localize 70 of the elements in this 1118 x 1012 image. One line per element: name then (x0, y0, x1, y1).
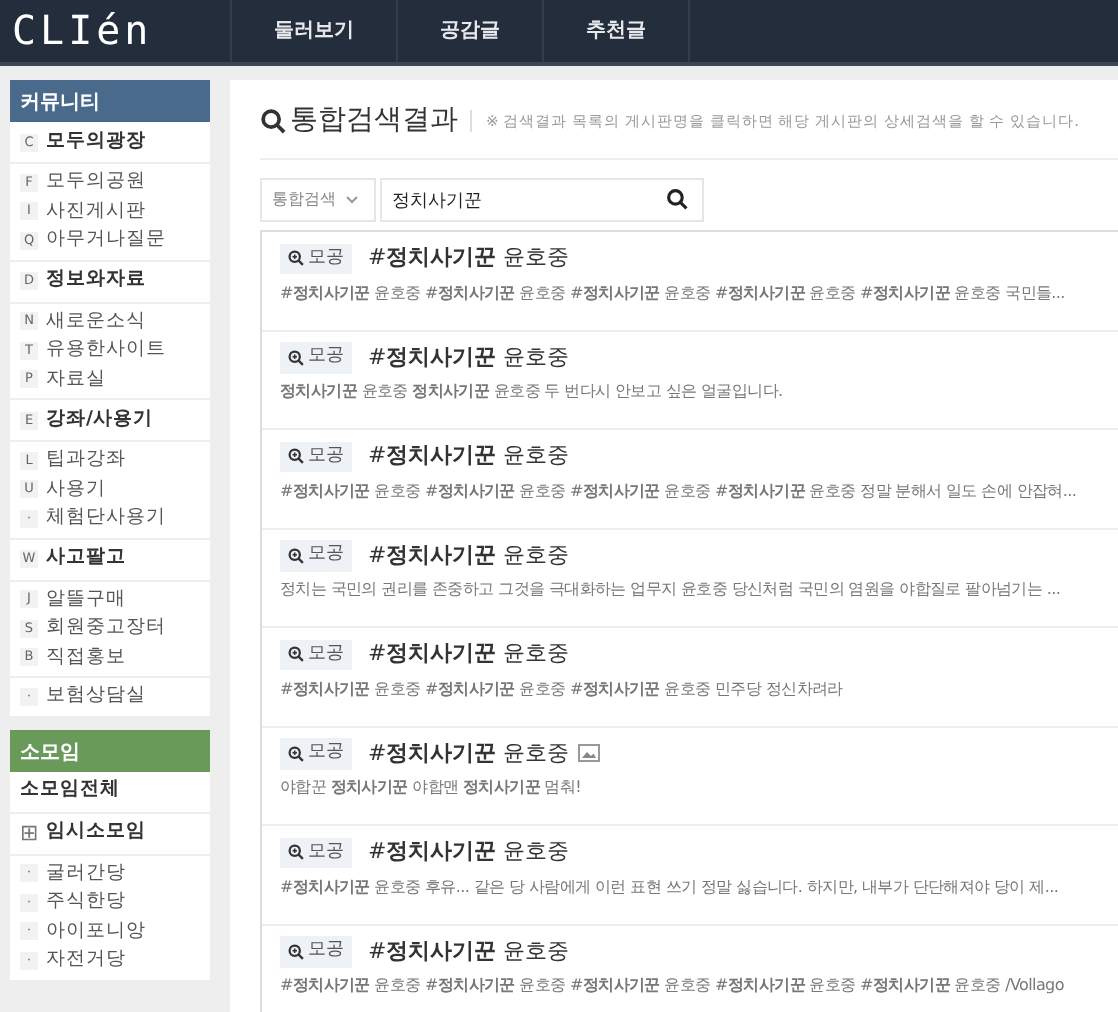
site-logo[interactable]: CLIén (0, 0, 230, 62)
sidebar-label: 모두의공원 (46, 168, 146, 197)
zoom-icon (288, 250, 304, 267)
sidebar-label: 모두의광장 (46, 127, 146, 156)
zoom-icon (288, 349, 304, 366)
zoom-icon (288, 448, 304, 465)
sidebar-label: 아이포니앙 (46, 917, 146, 946)
sidebar-label: 알뜰구매 (46, 585, 126, 614)
sidebar-label: 직접홍보 (46, 643, 126, 672)
shortcut-key: ⊞ (20, 824, 38, 842)
post-title[interactable]: #정치사기꾼 윤호중 (368, 341, 570, 374)
zoom-icon (288, 844, 304, 861)
search-field[interactable]: 정치사기꾼 (380, 178, 704, 222)
sidebar-label: 아무거나질문 (46, 226, 166, 255)
board-tag[interactable]: 모공 (280, 738, 352, 769)
sidebar-label: 사용기 (46, 475, 106, 504)
sidebar-label: 정보와자료 (46, 266, 146, 295)
search-icon[interactable] (666, 188, 688, 210)
chevron-icon (346, 196, 358, 204)
board-tag[interactable]: 모공 (280, 936, 352, 967)
post-title[interactable]: #정치사기꾼 윤호중 (368, 539, 570, 572)
sidebar-label: 소모임전체 (20, 776, 120, 805)
sidebar-item[interactable]: ⊞ 임시소모임 (10, 817, 210, 849)
sidebar-item[interactable]: 소모임전체 (10, 775, 210, 807)
post-snippet: #정치사기꾼 윤호중 #정치사기꾼 윤호중 #정치사기꾼 윤호중 민주당 정신차려라 (280, 677, 845, 701)
sidebar-label: 유용한사이트 (46, 336, 166, 365)
post-title[interactable]: #정치사기꾼 윤호중 (368, 836, 570, 869)
nav-tab[interactable]: 추천글 (542, 0, 690, 62)
zoom-icon (288, 547, 304, 564)
zoom-icon (288, 745, 304, 762)
sidebar-label: 회원중고장터 (46, 614, 166, 643)
sidebar-label: 임시소모임 (46, 818, 146, 847)
section-header: 커뮤니티 (10, 80, 210, 122)
page-title: 통합검색결과 (290, 102, 458, 140)
post-snippet: #정치사기꾼 윤호중 #정치사기꾼 윤호중 #정치사기꾼 윤호중 #정치사기꾼 윤호중 정말 분해서 일도 손에 안잡혀... (280, 479, 1079, 503)
section-header: 소모임 (10, 729, 210, 771)
nav-tab[interactable]: 공감글 (396, 0, 542, 62)
board-tag[interactable]: 모공 (280, 243, 352, 274)
sidebar-label: 사고팔고 (46, 544, 126, 573)
board-tag[interactable]: 모공 (280, 639, 352, 670)
sidebar-label: 체험단사용기 (46, 504, 166, 533)
post-snippet: #정치사기꾼 윤호중 #정치사기꾼 윤호중 #정치사기꾼 윤호중 #정치사기꾼 윤호중 #정치사기꾼 윤호중 /Vollago (280, 974, 1066, 998)
sidebar-label: 강좌/사용기 (46, 405, 153, 434)
board-tag[interactable]: 모공 (280, 837, 352, 868)
scope-dropdown[interactable]: 통합검색 (260, 178, 376, 222)
post-title[interactable]: #정치사기꾼 윤호중 (368, 638, 570, 671)
search-icon (260, 108, 286, 134)
sidebar-label: 새로운소식 (46, 307, 146, 336)
sidebar-label: 주식한당 (46, 888, 126, 917)
sidebar-label: 자료실 (46, 365, 106, 394)
post-snippet: 정치는 국민의 권리를 존중하고 그것을 극대화하는 업무지 윤호중 당신처럼 국민의 염원을 야합질로 팔아넘기는 ... (280, 578, 1063, 602)
nav-tab[interactable]: 둘러보기 (230, 0, 396, 62)
post-title[interactable]: #정치사기꾼 윤호중 (368, 737, 570, 770)
post-snippet: 정치사기꾼 윤호중 정치사기꾼 윤호중 두 번다시 안보고 싶은 얼굴입니다. (280, 380, 785, 404)
zoom-icon (288, 943, 304, 960)
sidebar-label: 보험상담실 (46, 682, 146, 711)
post-title[interactable]: #정치사기꾼 윤호중 (368, 242, 570, 275)
sidebar-label: 사진게시판 (46, 197, 146, 226)
board-tag[interactable]: 모공 (280, 540, 352, 571)
post-snippet: #정치사기꾼 윤호중 후유... 같은 당 사람에게 이런 표현 쓰기 정말 싫습니다. 하지만, 내부가 단단해져야 당이 제... (280, 875, 1061, 899)
post-snippet: #정치사기꾼 윤호중 #정치사기꾼 윤호중 #정치사기꾼 윤호중 #정치사기꾼 윤호중 #정치사기꾼 윤호중 국민들... (280, 281, 1067, 305)
post-title[interactable]: #정치사기꾼 윤호중 (368, 935, 570, 968)
board-tag[interactable]: 모공 (280, 441, 352, 472)
post-snippet: 야합꾼 정치사기꾼 야합맨 정치사기꾼 멈춰! (280, 776, 584, 800)
sidebar-label: 팁과강좌 (46, 446, 126, 475)
sidebar-label: 자전거당 (46, 946, 126, 975)
zoom-icon (288, 646, 304, 663)
sidebar-label: 굴러간당 (46, 859, 126, 888)
post-title[interactable]: #정치사기꾼 윤호중 (368, 440, 570, 473)
board-tag[interactable]: 모공 (280, 342, 352, 373)
